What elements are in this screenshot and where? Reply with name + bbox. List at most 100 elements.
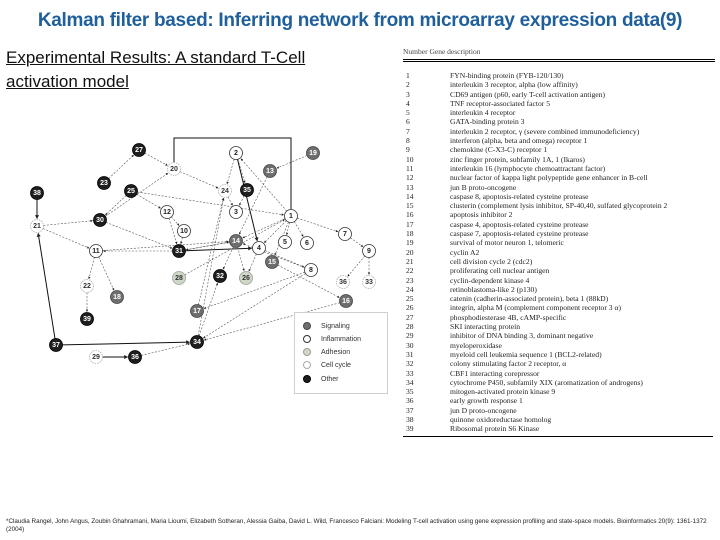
network-node: 12 xyxy=(160,205,174,219)
gene-number: 16 xyxy=(406,210,414,220)
network-edge xyxy=(227,196,233,206)
legend-item-adhesion: Adhesion xyxy=(303,346,350,358)
node-label: 5 xyxy=(283,239,287,246)
table-row: 24 retinoblastoma-like 2 (p130) xyxy=(403,285,715,294)
network-node: 30 xyxy=(93,213,107,227)
gene-number: 9 xyxy=(406,145,410,155)
node-label: 7 xyxy=(343,231,347,238)
table-row: 2 interleukin 3 receptor, alpha (low affi… xyxy=(403,80,715,89)
gene-number: 22 xyxy=(406,266,414,276)
gene-number: 15 xyxy=(406,201,414,211)
node-label: 10 xyxy=(180,228,188,235)
table-row: 21 cell division cycle 2 (cdc2) xyxy=(403,257,715,266)
network-node: 6 xyxy=(300,236,314,250)
node-label: 37 xyxy=(52,342,60,349)
network-edge xyxy=(105,195,127,216)
node-label: 4 xyxy=(257,245,261,252)
gene-number: 32 xyxy=(406,359,414,369)
table-row: 38 quinone oxidoreductase homolog xyxy=(403,415,715,424)
table-row: 15 clusterin (complement lysis inhibitor,… xyxy=(403,201,715,210)
gene-description: survival of motor neuron 1, telomeric xyxy=(450,238,564,248)
gene-description: FYN-binding protein (FYB-120/130) xyxy=(450,71,564,80)
gene-number: 24 xyxy=(406,284,414,294)
gene-description: quinone oxidoreductase homolog xyxy=(450,414,552,424)
network-node: 5 xyxy=(278,235,292,249)
network-node: 38 xyxy=(30,186,44,200)
network-edge xyxy=(180,237,183,245)
node-label: 3 xyxy=(234,209,238,216)
gene-description: early growth response 1 xyxy=(450,396,523,406)
network-edge xyxy=(108,154,134,179)
table-row: 20 cyclin A2 xyxy=(403,248,715,257)
network-node: 39 xyxy=(80,312,94,326)
node-label: 25 xyxy=(127,188,135,195)
node-label: 17 xyxy=(193,308,201,315)
node-label: 29 xyxy=(92,354,100,361)
network-node: 27 xyxy=(132,143,146,157)
node-label: 13 xyxy=(266,168,274,175)
node-label: 27 xyxy=(135,147,143,154)
gene-description: CBF1 interacting corepressor xyxy=(450,368,540,378)
legend-item-other: Other xyxy=(303,373,339,385)
legend-dot-adhesion xyxy=(303,348,311,356)
gene-number: 7 xyxy=(406,126,410,136)
table-row: 28 SKI interacting protein xyxy=(403,322,715,331)
gene-number: 39 xyxy=(406,424,414,434)
gene-number: 19 xyxy=(406,238,414,248)
legend-item-cell-cycle: Cell cycle xyxy=(303,359,351,371)
gene-description: phosphodiesterase 4B, cAMP-specific xyxy=(450,312,567,322)
gene-number: 37 xyxy=(406,405,414,415)
network-node: 33 xyxy=(362,275,376,289)
gene-description: zinc finger protein, subfamily 1A, 1 (Ik… xyxy=(450,154,585,164)
gene-number: 33 xyxy=(406,368,414,378)
node-label: 16 xyxy=(342,298,350,305)
legend-item-inflammation: Inflammation xyxy=(303,333,361,345)
gene-number: 3 xyxy=(406,89,410,99)
network-node: 3 xyxy=(229,205,243,219)
gene-number: 1 xyxy=(406,71,410,80)
network-node: 13 xyxy=(263,164,277,178)
node-label: 26 xyxy=(242,275,250,282)
network-node: 14 xyxy=(229,234,243,248)
gene-number: 20 xyxy=(406,247,414,257)
network-node: 23 xyxy=(97,176,111,190)
table-row: 4 TNF receptor-associated factor 5 xyxy=(403,99,715,108)
network-edge xyxy=(248,253,257,272)
gene-description: myeloid cell leukemia sequence 1 (BCL2-r… xyxy=(450,349,602,359)
network-node: 25 xyxy=(124,184,138,198)
network-edge xyxy=(237,159,259,242)
legend-label: Adhesion xyxy=(321,348,351,356)
gene-description: colony stimulating factor 2 receptor, α xyxy=(450,359,567,369)
network-node: 28 xyxy=(172,271,186,285)
node-label: 32 xyxy=(216,273,224,280)
node-label: 33 xyxy=(365,279,373,286)
gene-description: proliferating cell nuclear antigen xyxy=(450,266,550,276)
network-node: 8 xyxy=(304,263,318,277)
node-label: 24 xyxy=(221,188,229,195)
table-row: 18 caspase 7, apoptosis-related cysteine … xyxy=(403,229,715,238)
node-label: 36 xyxy=(339,279,347,286)
gene-number: 31 xyxy=(406,349,414,359)
network-node: 1 xyxy=(284,209,298,223)
network-edge xyxy=(137,191,284,216)
table-row: 8 interferon (alpha, beta and omega) rece… xyxy=(403,136,715,145)
gene-description: retinoblastoma-like 2 (p130) xyxy=(450,284,537,294)
network-node: 32 xyxy=(213,269,227,283)
network-edge xyxy=(203,273,306,339)
table-row: 7 interleukin 2 receptor, γ (severe combi… xyxy=(403,127,715,136)
network-edge xyxy=(198,197,225,305)
node-label: 12 xyxy=(163,209,171,216)
gene-number: 29 xyxy=(406,331,414,341)
network-edge xyxy=(185,246,253,252)
gene-number: 13 xyxy=(406,182,414,192)
table-row: 19 survival of motor neuron 1, telomeric xyxy=(403,238,715,247)
network-edge xyxy=(36,232,56,339)
bottom-rule xyxy=(403,435,713,437)
gene-description: chemokine (C-X3-C) receptor 1 xyxy=(450,145,548,155)
table-rows: 1 FYN-binding protein (FYB-120/130) 2 inter… xyxy=(403,71,715,434)
network-edge xyxy=(237,159,246,184)
gene-number: 36 xyxy=(406,396,414,406)
table-row: 36 early growth response 1 xyxy=(403,396,715,405)
network-node: 16 xyxy=(339,294,353,308)
table-row: 26 integrin, alpha M (complement componen… xyxy=(403,303,715,312)
